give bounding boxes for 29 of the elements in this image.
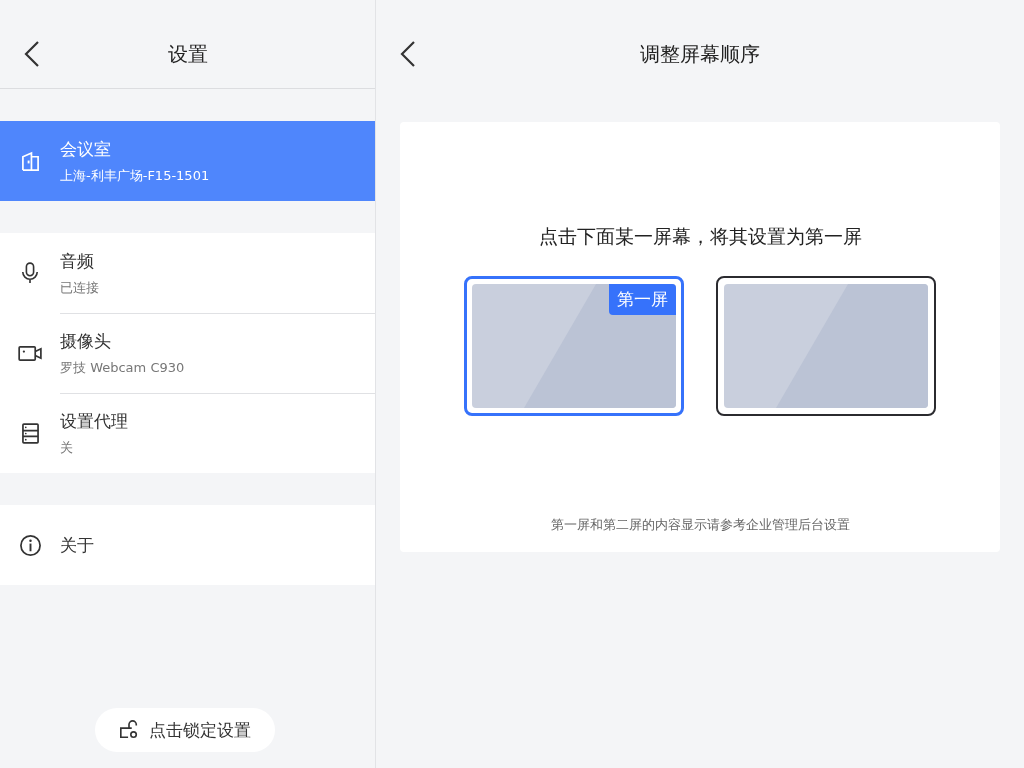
item-label: 会议室 <box>60 137 112 161</box>
microphone-icon <box>21 262 39 284</box>
back-icon[interactable] <box>24 40 40 68</box>
page-title: 设置 <box>167 40 208 68</box>
item-label: 音频 <box>60 249 95 273</box>
page-title: 调整屏幕顺序 <box>640 40 760 68</box>
item-label: 摄像头 <box>60 330 112 353</box>
item-subtitle: 已连接 <box>60 278 100 297</box>
sidebar-item[interactable]: 音频 已连接 <box>0 233 375 313</box>
camera-icon <box>17 344 43 362</box>
lock-gear-icon <box>118 720 139 740</box>
footnote-text: 第一屏和第二屏的内容显示请参考企业管理后台设置 <box>550 516 850 534</box>
sidebar-item[interactable]: 摄像头 罗技 Webcam C930 <box>0 313 375 393</box>
first-screen-badge: 第一屏 <box>609 284 676 315</box>
item-subtitle: 罗技 Webcam C930 <box>60 359 186 377</box>
screen-option[interactable] <box>716 276 936 416</box>
info-icon <box>18 533 42 557</box>
item-subtitle: 关 <box>60 439 74 457</box>
item-subtitle: 上海-利丰广场-F15-1501 <box>60 166 211 185</box>
back-icon[interactable] <box>400 40 416 68</box>
server-icon <box>21 422 39 444</box>
sidebar-item[interactable]: 关于 <box>0 505 375 585</box>
item-label: 关于 <box>60 533 95 557</box>
door-icon <box>20 150 40 172</box>
screen-option[interactable]: 第一屏 <box>464 276 684 416</box>
sidebar-item[interactable]: 设置代理 关 <box>0 393 375 473</box>
item-label: 设置代理 <box>60 410 129 433</box>
lock-settings-button[interactable]: 点击锁定设置 <box>94 708 275 752</box>
instruction-text: 点击下面某一屏幕，将其设置为第一屏 <box>538 224 862 249</box>
